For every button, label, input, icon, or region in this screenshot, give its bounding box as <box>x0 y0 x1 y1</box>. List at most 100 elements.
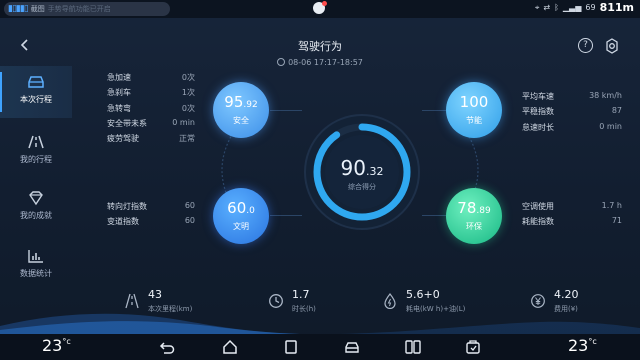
wave-decoration <box>0 313 640 334</box>
energy-icon <box>384 293 396 309</box>
temperature-unit: °c <box>62 337 71 346</box>
energy-score-circle[interactable]: 100 节能 <box>446 82 502 138</box>
temperature-left[interactable]: 23°c <box>42 336 71 355</box>
stat-row: 变道指数 60 <box>107 216 195 231</box>
stat-value: 0次 <box>181 73 195 82</box>
stat-label: 怠速时长 <box>522 122 554 132</box>
sidebar-item-label: 本次行程 <box>20 95 52 104</box>
settings-button[interactable] <box>604 38 620 54</box>
eco-score: 78.89 <box>446 200 502 219</box>
connector-line <box>422 215 446 216</box>
system-nav-bar: 23°c 23°c <box>0 334 640 360</box>
assistant-icon[interactable] <box>313 1 327 14</box>
stat-row: 平均车速 38 km/h <box>522 91 622 106</box>
split-screen-button[interactable] <box>404 338 422 356</box>
sidebar: 本次行程 我的行程 我的成就 数据统计 <box>0 62 72 294</box>
connector-line <box>270 215 302 216</box>
stat-label: 急加速 <box>107 73 131 82</box>
help-button[interactable]: ? <box>578 38 593 53</box>
stat-value: 1次 <box>181 88 195 98</box>
sidebar-item-label: 我的行程 <box>20 155 52 164</box>
summary-value: 1.7 <box>292 288 310 301</box>
bar-chart-icon <box>28 250 43 263</box>
notification-hint: 手势导航功能已开启 <box>47 5 111 13</box>
notification-pill[interactable]: ▮▯▮▮▯ 截图 手势导航功能已开启 <box>4 2 170 16</box>
score-int: 100 <box>459 93 489 111</box>
bluetooth-icon: ᛒ <box>554 3 559 12</box>
stat-value: 0 min <box>599 121 622 131</box>
stat-row: 急加速 0次 <box>107 72 195 87</box>
road-icon <box>125 293 139 309</box>
score-name: 安全 <box>233 116 249 125</box>
energy-stats: 平均车速 38 km/h 平稳指数 87 怠速时长 0 min <box>522 91 622 137</box>
stat-label: 空调使用 <box>522 202 554 211</box>
diamond-icon <box>29 191 43 206</box>
overall-label: 综合得分 <box>348 182 376 191</box>
gear-icon <box>606 38 618 54</box>
notification-label: 截图 <box>30 5 45 13</box>
stat-label: 转向灯指数 <box>107 202 147 211</box>
road-icon <box>28 135 44 149</box>
score-dec: .0 <box>246 206 255 216</box>
back-nav-button[interactable] <box>158 338 176 356</box>
eco-stats: 空调使用 1.7 h 耗能指数 71 <box>522 201 622 232</box>
stat-row: 安全带未系 0 min <box>107 118 195 133</box>
stat-value: 60 <box>184 201 195 210</box>
app-screen: ▮▯▮▮▯ 截图 手势导航功能已开启 ⌖ ⇄ ᛒ ▁▃▅ 69 811m 驾驶行… <box>0 0 640 360</box>
clock-icon <box>277 58 286 66</box>
stat-label: 急刹车 <box>107 88 131 98</box>
temperature-value: 23 <box>42 336 63 355</box>
energy-score: 100 <box>446 94 502 113</box>
status-bar: ▮▯▮▮▯ 截图 手势导航功能已开启 ⌖ ⇄ ᛒ ▁▃▅ 69 811m <box>0 0 640 18</box>
summary-value: 5.6+0 <box>406 288 440 301</box>
safety-score: 95.92 <box>213 94 269 113</box>
stat-value: 38 km/h <box>589 91 622 100</box>
temperature-value: 23 <box>568 336 589 355</box>
overall-score-gauge: 90.32 综合得分 <box>304 114 420 230</box>
recent-apps-button[interactable] <box>282 338 300 356</box>
status-icons: ⌖ ⇄ ᛒ ▁▃▅ 69 811m <box>535 1 634 14</box>
stat-value: 71 <box>611 216 622 226</box>
eco-score-circle[interactable]: 78.89 环保 <box>446 188 502 244</box>
stat-label: 平稳指数 <box>522 107 554 117</box>
status-time: 811m <box>599 1 634 14</box>
stat-row: 平稳指数 87 <box>522 106 622 121</box>
trip-datetime-text: 08-06 17:17-18:57 <box>288 58 363 67</box>
overall-dec: .32 <box>366 165 384 178</box>
stat-row: 急转弯 0次 <box>107 103 195 118</box>
sidebar-item-my-trips[interactable]: 我的行程 <box>0 126 72 178</box>
civility-score: 60.0 <box>213 200 269 219</box>
civility-stats: 转向灯指数 60 变道指数 60 <box>107 201 195 232</box>
stat-label: 疲劳驾驶 <box>107 134 139 144</box>
sidebar-item-label: 我的成就 <box>20 211 52 220</box>
location-icon: ⌖ <box>534 2 540 12</box>
stat-label: 变道指数 <box>107 217 139 227</box>
stat-value: 87 <box>611 106 622 116</box>
summary-value: 43 <box>148 288 162 301</box>
score-int: 60 <box>227 199 247 217</box>
civility-score-circle[interactable]: 60.0 文明 <box>213 188 269 244</box>
score-name: 环保 <box>466 222 482 231</box>
safety-score-circle[interactable]: 95.92 安全 <box>213 82 269 138</box>
stat-value: 0 min <box>172 117 195 127</box>
stat-row: 怠速时长 0 min <box>522 122 622 137</box>
sidebar-item-achievements[interactable]: 我的成就 <box>0 182 72 234</box>
score-int: 78 <box>457 199 477 217</box>
temperature-right[interactable]: 23°c <box>568 336 597 355</box>
stat-label: 安全带未系 <box>107 118 147 128</box>
score-dec: .89 <box>476 206 491 216</box>
stat-row: 空调使用 1.7 h <box>522 201 622 216</box>
sidebar-item-current-trip[interactable]: 本次行程 <box>0 66 72 118</box>
sidebar-item-label: 数据统计 <box>20 269 52 278</box>
car-mode-button[interactable] <box>343 338 361 356</box>
connector-line <box>422 110 446 111</box>
clock-icon <box>269 294 283 308</box>
stat-label: 耗能指数 <box>522 217 554 227</box>
connector-line <box>270 110 302 111</box>
signal-icon: ▁▃▅ <box>562 3 582 12</box>
temperature-unit: °c <box>588 337 597 346</box>
trip-datetime: 08-06 17:17-18:57 <box>0 58 640 67</box>
screenshot-button[interactable] <box>464 338 482 356</box>
stat-row: 急刹车 1次 <box>107 87 195 102</box>
home-button[interactable] <box>221 338 239 356</box>
